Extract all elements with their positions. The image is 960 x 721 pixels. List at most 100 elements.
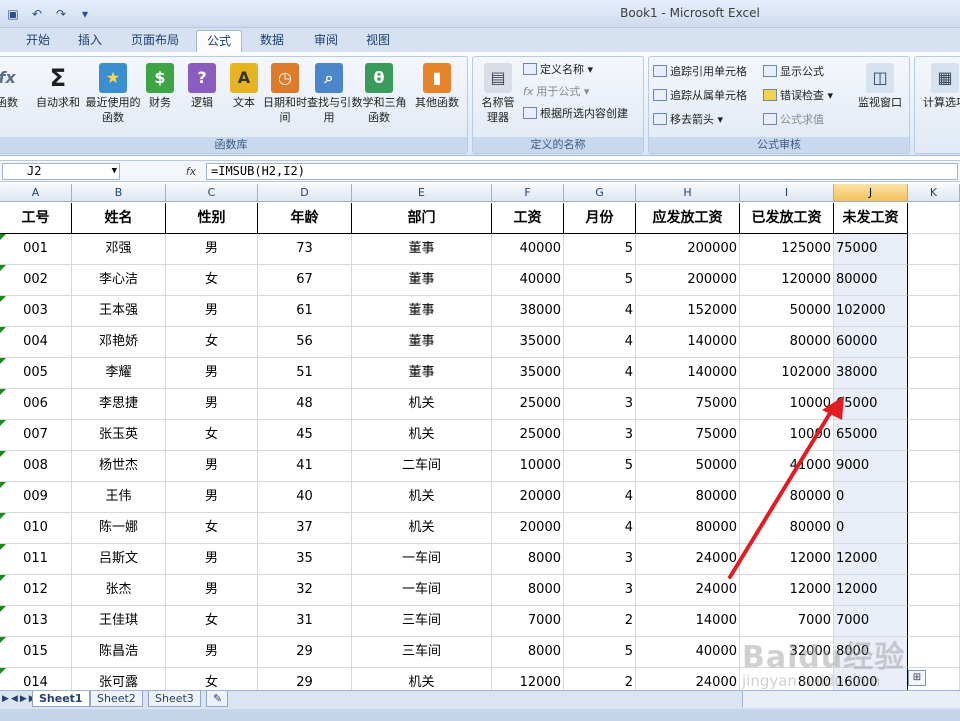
table-cell[interactable]: 5 [564,637,636,668]
date-time-button[interactable]: ◷ 日期和时间 [261,63,309,125]
table-cell[interactable]: 40000 [492,234,564,265]
auto-fill-options-icon[interactable]: ⊞ [908,670,926,686]
create-from-selection-button[interactable]: 根据所选内容创建 [523,105,628,123]
table-header-cell[interactable]: 月份 [564,203,636,234]
table-cell[interactable]: 140000 [636,327,740,358]
table-cell[interactable]: 王伟 [72,482,166,513]
table-cell[interactable]: 邓强 [72,234,166,265]
table-cell[interactable]: 45 [258,420,352,451]
tab-insert[interactable]: 插入 [68,30,112,52]
table-cell[interactable]: 女 [166,668,258,690]
table-cell[interactable]: 机关 [352,668,492,690]
table-cell[interactable]: 80000 [740,513,834,544]
table-cell[interactable]: 80000 [740,482,834,513]
table-cell[interactable]: 董事 [352,296,492,327]
table-cell[interactable]: 二车间 [352,451,492,482]
table-cell[interactable] [908,296,960,327]
table-cell[interactable]: 8000 [492,544,564,575]
table-cell[interactable]: 邓艳娇 [72,327,166,358]
table-cell[interactable]: 41000 [740,451,834,482]
table-cell[interactable]: 0 [834,482,908,513]
table-cell[interactable]: 张杰 [72,575,166,606]
table-cell[interactable]: 一车间 [352,575,492,606]
table-cell[interactable]: 008 [0,451,72,482]
table-cell[interactable]: 75000 [636,420,740,451]
table-cell[interactable]: 200000 [636,265,740,296]
table-cell[interactable]: 5 [564,451,636,482]
table-cell[interactable]: 12000 [740,575,834,606]
table-cell[interactable]: 200000 [636,234,740,265]
table-cell[interactable]: 140000 [636,358,740,389]
table-cell[interactable]: 女 [166,327,258,358]
table-header-cell[interactable]: 已发放工资 [740,203,834,234]
table-cell[interactable]: 三车间 [352,606,492,637]
watch-window-button[interactable]: ◫ 监视窗口 [851,63,909,110]
table-cell[interactable]: 董事 [352,358,492,389]
table-cell[interactable]: 40 [258,482,352,513]
table-header-cell[interactable]: 性别 [166,203,258,234]
insert-sheet-icon[interactable]: ✎ [206,691,228,707]
tab-review[interactable]: 审阅 [304,30,348,52]
table-cell[interactable]: 王佳琪 [72,606,166,637]
table-cell[interactable]: 8000 [492,637,564,668]
table-cell[interactable]: 5 [564,265,636,296]
table-cell[interactable]: 120000 [740,265,834,296]
table-cell[interactable]: 男 [166,575,258,606]
insert-function-button[interactable]: fx 函数 [0,63,27,110]
table-cell[interactable]: 董事 [352,327,492,358]
table-header-cell[interactable]: 工资 [492,203,564,234]
table-cell[interactable]: 5 [564,234,636,265]
table-cell[interactable]: 20000 [492,513,564,544]
table-cell[interactable]: 35000 [492,358,564,389]
column-header-j[interactable]: J [834,184,908,202]
table-cell[interactable]: 男 [166,482,258,513]
table-cell[interactable]: 29 [258,668,352,690]
more-functions-button[interactable]: ▮ 其他函数 [411,63,463,110]
table-cell[interactable]: 陈昌浩 [72,637,166,668]
table-header-cell[interactable]: 姓名 [72,203,166,234]
sheet-tab-sheet1[interactable]: Sheet1 [32,691,90,707]
table-cell[interactable]: 61 [258,296,352,327]
table-cell[interactable] [908,482,960,513]
table-cell[interactable]: 男 [166,389,258,420]
table-cell[interactable]: 男 [166,234,258,265]
worksheet-grid[interactable]: A B C D E F G H I J K 工号 姓名 性别 年龄 部门 工资 月份 应发放工资 已发放工资 未发工资 0… [0,184,960,690]
formula-input[interactable]: =IMSUB(H2,I2) [206,163,958,180]
define-name-button[interactable]: 定义名称 ▾ [523,61,593,79]
recent-functions-button[interactable]: ★ 最近使用的函数 [85,63,141,125]
table-cell[interactable] [908,420,960,451]
table-cell[interactable]: 4 [564,482,636,513]
table-cell[interactable]: 40000 [636,637,740,668]
table-cell[interactable]: 011 [0,544,72,575]
table-header-cell[interactable]: 部门 [352,203,492,234]
table-cell[interactable]: 20000 [492,482,564,513]
table-cell[interactable]: 80000 [636,513,740,544]
table-cell[interactable] [908,265,960,296]
table-cell[interactable]: 014 [0,668,72,690]
table-cell[interactable]: 一车间 [352,544,492,575]
table-cell[interactable]: 男 [166,544,258,575]
table-cell[interactable] [908,575,960,606]
table-cell[interactable]: 男 [166,358,258,389]
table-cell[interactable]: 006 [0,389,72,420]
table-cell[interactable]: 董事 [352,234,492,265]
name-manager-button[interactable]: ▤ 名称管理器 [475,63,521,125]
table-cell[interactable]: 女 [166,265,258,296]
table-cell[interactable]: 吕斯文 [72,544,166,575]
insert-function-fx-icon[interactable]: fx [180,163,202,180]
table-cell[interactable] [908,358,960,389]
column-header-d[interactable]: D [258,184,352,202]
table-cell[interactable]: 男 [166,296,258,327]
table-cell[interactable]: 013 [0,606,72,637]
table-cell[interactable]: 机关 [352,482,492,513]
sheet-tab-sheet3[interactable]: Sheet3 [148,691,201,707]
table-cell[interactable]: 24000 [636,544,740,575]
tab-page-layout[interactable]: 页面布局 [122,30,188,52]
table-cell[interactable]: 7000 [492,606,564,637]
calculation-options-button[interactable]: ▦ 计算选项 [917,63,960,110]
table-cell[interactable]: 王本强 [72,296,166,327]
table-cell[interactable]: 李心洁 [72,265,166,296]
table-cell[interactable]: 31 [258,606,352,637]
table-cell[interactable]: 3 [564,575,636,606]
table-cell[interactable]: 女 [166,513,258,544]
